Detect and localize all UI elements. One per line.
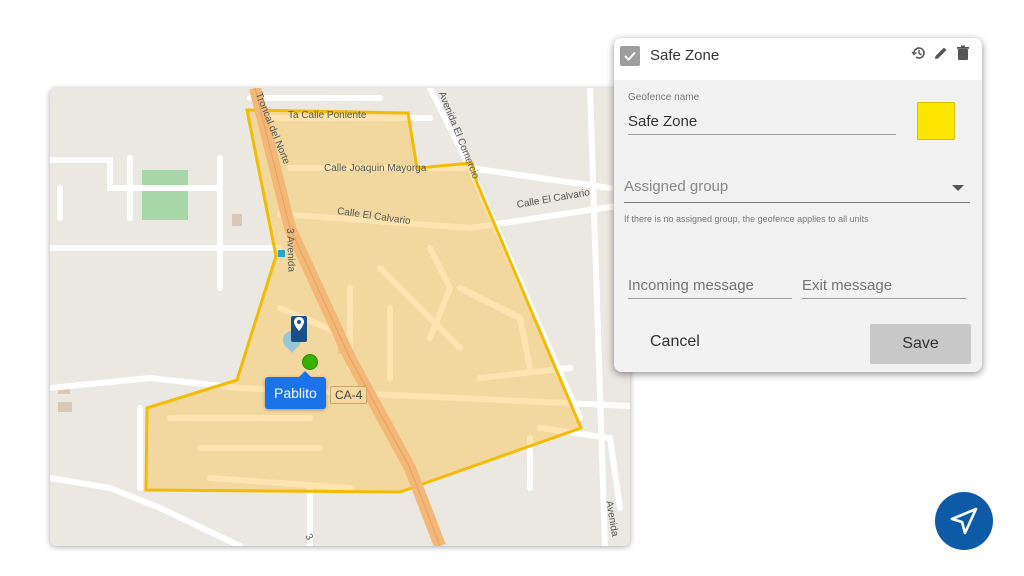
geofence-visible-checkbox[interactable] [620, 46, 640, 66]
edit-icon[interactable] [932, 44, 950, 62]
park-area [142, 170, 188, 220]
exit-message-input[interactable] [802, 272, 966, 299]
panel-header: Safe Zone [614, 38, 982, 80]
save-button[interactable]: Save [870, 324, 971, 364]
unit-status-dot[interactable] [302, 354, 318, 370]
road-shield-ca4: CA-4 [330, 386, 368, 404]
check-icon [624, 51, 636, 61]
street-label-ta-calle-poniente: Ta Calle Poniente [288, 110, 367, 121]
street-label-3-avenida: 3 Avenida [284, 228, 297, 273]
building [58, 402, 72, 412]
geofence-color-swatch[interactable] [917, 102, 955, 140]
panel-title: Safe Zone [650, 47, 720, 64]
cancel-button[interactable]: Cancel [624, 322, 724, 362]
unit-label-pablito[interactable]: Pablito [265, 371, 326, 409]
geofence-name-input[interactable] [628, 108, 896, 135]
map-view[interactable]: Ta Calle Poniente Calle Joaquin Mayorga … [50, 88, 630, 546]
assigned-group-placeholder: Assigned group [624, 178, 729, 195]
map-canvas[interactable] [50, 88, 630, 546]
street-label-calle-joaquin-mayorga: Calle Joaquin Mayorga [324, 163, 427, 174]
navigation-logo [935, 492, 993, 550]
history-icon[interactable] [910, 44, 928, 62]
navigation-arrow-icon [950, 507, 978, 535]
assigned-group-hint: If there is no assigned group, the geofe… [624, 214, 869, 224]
panel-body: Geofence name Assigned group If there is… [614, 80, 982, 372]
dropdown-arrow-icon [952, 185, 964, 191]
building [232, 214, 242, 226]
delete-icon[interactable] [954, 44, 972, 62]
unit-marker-icon[interactable] [291, 316, 307, 342]
header-actions [910, 44, 972, 62]
assigned-group-select[interactable]: Assigned group [624, 176, 970, 203]
geofence-name-label: Geofence name [628, 92, 700, 103]
geofence-edit-panel: Safe Zone Geofence name Safe Zone Assign… [614, 38, 982, 372]
incoming-message-input[interactable] [628, 272, 792, 299]
